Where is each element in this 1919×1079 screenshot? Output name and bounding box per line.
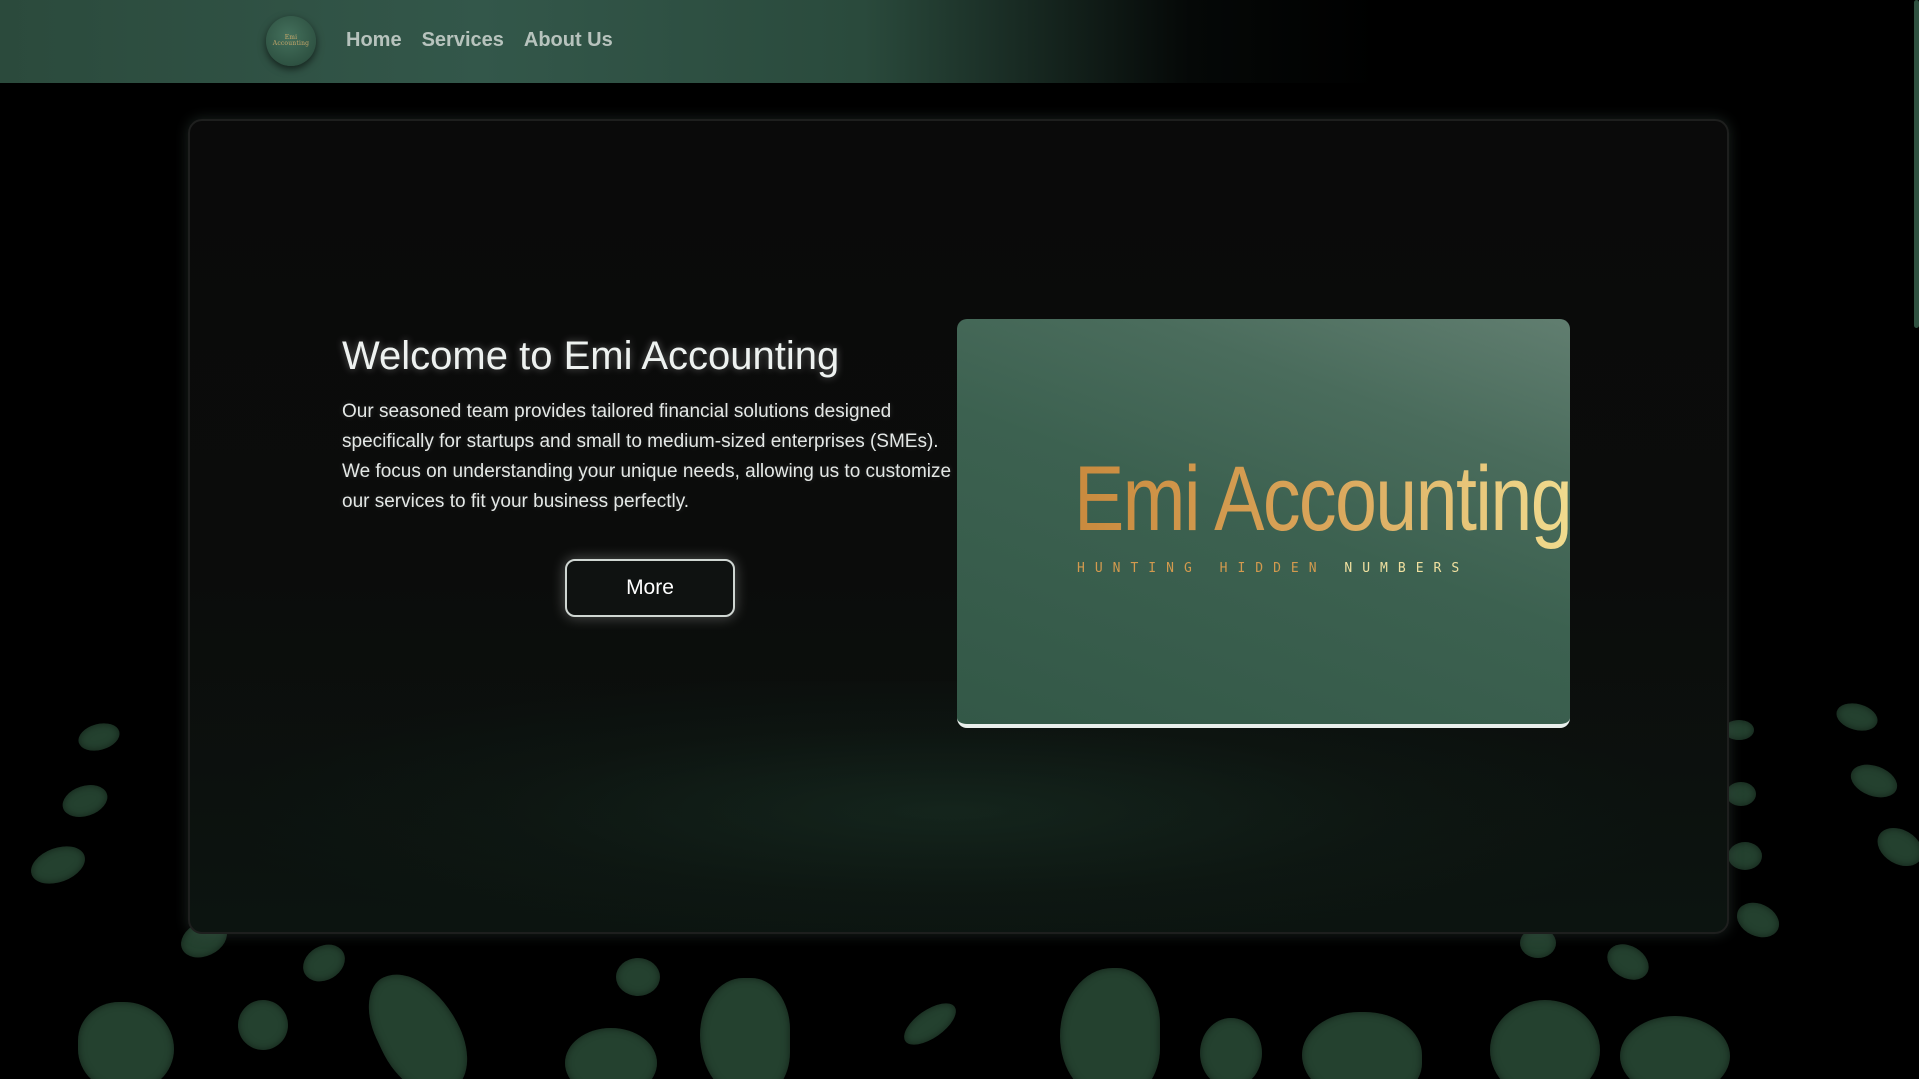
decorative-blob <box>1728 842 1762 870</box>
logo[interactable]: Emi Accounting <box>266 16 316 66</box>
decorative-blob <box>1600 937 1656 987</box>
decorative-blob <box>565 1028 657 1079</box>
decorative-blob <box>1490 1000 1600 1079</box>
decorative-blob <box>78 1002 174 1079</box>
more-button[interactable]: More <box>565 559 735 617</box>
hero-title: Welcome to Emi Accounting <box>342 334 840 378</box>
decorative-blob <box>1060 968 1160 1079</box>
brand-panel: Emi Accounting HUNTING HIDDEN NUMBERS <box>957 319 1570 728</box>
decorative-blob <box>354 957 482 1079</box>
decorative-blob <box>1620 1016 1730 1079</box>
decorative-blob <box>897 995 963 1053</box>
nav-links: Home Services About Us <box>346 26 613 54</box>
logo-text: Emi Accounting <box>272 34 310 47</box>
nav-link-about-us[interactable]: About Us <box>524 26 613 54</box>
decorative-blob <box>1870 820 1919 874</box>
nav-link-services[interactable]: Services <box>422 26 504 54</box>
decorative-blob <box>25 839 91 891</box>
tagline-part-1: HUNTING HIDDEN <box>1077 561 1327 576</box>
decorative-blob <box>296 937 352 989</box>
page: Emi Accounting Home Services About Us We… <box>0 0 1919 1079</box>
hero-description: Our seasoned team provides tailored fina… <box>342 401 952 512</box>
tagline-part-2: NUMBERS <box>1344 561 1470 576</box>
top-navbar: Emi Accounting Home Services About Us <box>0 0 1919 83</box>
decorative-blob <box>616 958 660 996</box>
decorative-blob <box>58 779 112 823</box>
nav-link-home[interactable]: Home <box>346 26 402 54</box>
decorative-blob <box>1200 1018 1262 1079</box>
decorative-blob <box>1302 1012 1422 1079</box>
decorative-blob <box>1833 699 1881 735</box>
brand-tagline: HUNTING HIDDEN NUMBERS <box>1077 561 1469 576</box>
decorative-blob <box>1731 896 1785 944</box>
brand-logo-name: Emi Accounting <box>1074 448 1570 550</box>
decorative-blob <box>75 719 123 755</box>
scrollbar-thumb[interactable] <box>1914 0 1919 328</box>
decorative-blob <box>700 978 790 1079</box>
decorative-blob <box>238 1000 288 1050</box>
decorative-blob <box>1846 758 1902 804</box>
decorative-blob <box>1726 782 1756 806</box>
